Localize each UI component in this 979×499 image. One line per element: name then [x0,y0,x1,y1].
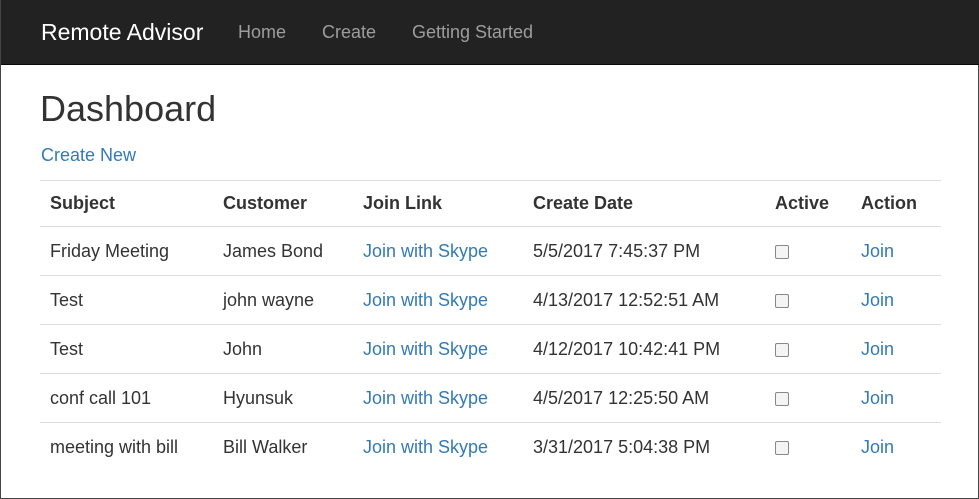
customer-cell: john wayne [213,275,353,325]
subject-cell: Test [40,324,213,374]
customer: John [223,338,263,359]
subject-cell: Friday Meeting [40,226,213,276]
join-action-link-cell: Join [851,373,941,423]
customer-cell: James Bond [213,226,353,276]
header-subject: Subject [40,180,213,227]
join-skype-link-cell: Join with Skype [353,422,523,471]
subject-cell: meeting with bill [40,422,213,471]
customer: Hyunsuk [223,387,294,408]
active-checkbox[interactable] [775,293,789,308]
customer-cell: John [213,324,353,374]
active-checkbox[interactable] [775,391,789,406]
brand-link[interactable]: Remote Advisor [41,18,203,46]
subject: Test [50,338,84,359]
table-row: meeting with bill Bill Walker Join with Sk… [40,422,941,471]
active-cell [765,226,851,276]
create-date: 4/12/2017 10:42:41 PM [533,338,721,359]
create-date: 3/31/2017 5:04:38 PM [533,436,711,457]
join-action-link[interactable]: Join [861,437,894,457]
create-date-cell: 4/13/2017 12:52:51 AM [523,275,765,325]
active-checkbox[interactable] [775,244,789,259]
join-action-link[interactable]: Join [861,339,894,359]
subject: Test [50,289,84,310]
join-skype-link[interactable]: Join with Skype [363,339,488,359]
customer-cell: Hyunsuk [213,373,353,423]
create-date-cell: 3/31/2017 5:04:38 PM [523,422,765,471]
customer: john wayne [223,289,315,310]
table-row: Friday Meeting James Bond Join with Skype 5… [40,226,941,276]
header-active: Active [765,180,851,227]
subject: Friday Meeting [50,240,170,261]
nav-home[interactable]: Home [238,21,286,43]
table-row: Test john wayne Join with Skype 4/13/2017 1… [40,275,941,325]
table-row: conf call 101 Hyunsuk Join with Skype 4/5/2… [40,373,941,423]
nav-create[interactable]: Create [322,21,376,43]
create-date: 4/5/2017 12:25:50 AM [533,387,710,408]
join-skype-link-cell: Join with Skype [353,373,523,423]
join-skype-link-cell: Join with Skype [353,226,523,276]
subject: conf call 101 [50,387,152,408]
create-date: 4/13/2017 12:52:51 AM [533,289,720,310]
create-date-cell: 5/5/2017 7:45:37 PM [523,226,765,276]
active-cell [765,422,851,471]
join-skype-link-cell: Join with Skype [353,275,523,325]
join-skype-link[interactable]: Join with Skype [363,290,488,310]
header-join-link: Join Link [353,180,523,227]
customer-cell: Bill Walker [213,422,353,471]
header-customer: Customer [213,180,353,227]
create-date-cell: 4/5/2017 12:25:50 AM [523,373,765,423]
join-action-link-cell: Join [851,324,941,374]
page-title: Dashboard [40,88,217,129]
join-action-link[interactable]: Join [861,388,894,408]
join-action-link-cell: Join [851,422,941,471]
meetings-table: Subject Customer Join Link Create Date A… [40,180,941,471]
header-create-date: Create Date [523,180,765,227]
table-row: Test John Join with Skype 4/12/2017 10:42:4… [40,324,941,374]
join-action-link-cell: Join [851,226,941,276]
active-checkbox[interactable] [775,342,789,357]
active-cell [765,324,851,374]
join-skype-link-cell: Join with Skype [353,324,523,374]
active-cell [765,373,851,423]
customer: James Bond [223,240,324,261]
nav-getting-started[interactable]: Getting Started [412,21,533,43]
active-cell [765,275,851,325]
header-action: Action [851,180,941,227]
customer: Bill Walker [223,436,308,457]
create-date: 5/5/2017 7:45:37 PM [533,240,701,261]
join-action-link[interactable]: Join [861,241,894,261]
create-date-cell: 4/12/2017 10:42:41 PM [523,324,765,374]
join-action-link[interactable]: Join [861,290,894,310]
table-header-row: Subject Customer Join Link Create Date A… [40,180,941,227]
subject-cell: conf call 101 [40,373,213,423]
create-new-link[interactable]: Create New [41,144,136,166]
subject-cell: Test [40,275,213,325]
join-skype-link[interactable]: Join with Skype [363,241,488,261]
join-action-link-cell: Join [851,275,941,325]
subject: meeting with bill [50,436,179,457]
top-navbar: Remote Advisor Home Create Getting Start… [1,0,979,65]
active-checkbox[interactable] [775,440,789,455]
join-skype-link[interactable]: Join with Skype [363,437,488,457]
join-skype-link[interactable]: Join with Skype [363,388,488,408]
